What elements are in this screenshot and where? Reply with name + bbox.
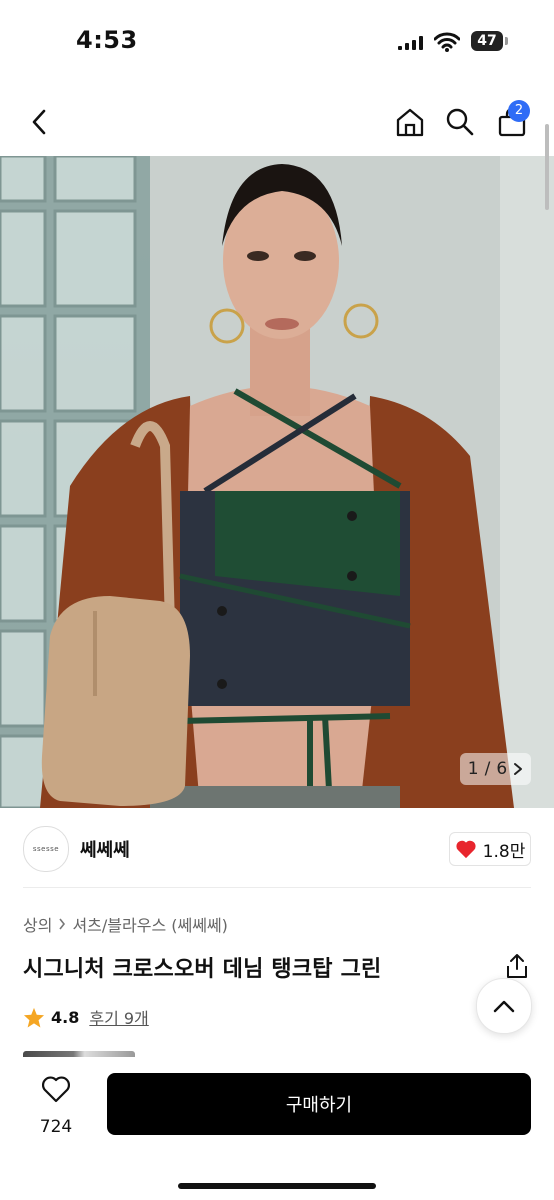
like-count: 1.8만	[482, 841, 526, 862]
back-button[interactable]	[18, 100, 62, 144]
image-page-indicator[interactable]: 1 / 6	[460, 753, 531, 785]
bottom-action-bar: 724 구매하기	[0, 1058, 554, 1200]
product-title: 시그니처 크로스오버 데님 탱크탑 그린	[23, 957, 382, 982]
wishlist-count: 724	[39, 1117, 73, 1137]
review-thumbnails[interactable]	[23, 1051, 135, 1057]
heart-filled-icon	[456, 840, 476, 859]
page-current: 1	[467, 759, 479, 779]
star-icon	[23, 1007, 45, 1028]
seller-row[interactable]: ssesse 쎄쎄쎄 1.8만	[0, 822, 554, 882]
review-link[interactable]: 후기 9개	[89, 1005, 148, 1029]
search-icon	[446, 108, 474, 136]
search-button[interactable]	[438, 100, 482, 144]
status-time: 4:53	[76, 26, 138, 54]
rating-value: 4.8	[51, 1007, 80, 1027]
battery-level: 47	[471, 31, 503, 51]
scroll-to-top-button[interactable]	[476, 978, 532, 1034]
cellular-signal-icon	[398, 36, 423, 50]
heart-outline-icon	[42, 1076, 70, 1103]
battery-tip	[505, 37, 508, 45]
chevron-right-icon	[59, 918, 66, 930]
chevron-up-icon	[493, 1000, 515, 1013]
divider	[23, 887, 531, 888]
product-photo	[0, 156, 554, 808]
breadcrumb-category[interactable]: 상의	[23, 912, 52, 936]
like-button[interactable]: 1.8만	[449, 832, 531, 866]
status-bar: 4:53 47	[0, 0, 554, 84]
home-icon	[396, 108, 424, 137]
page-total: 6	[496, 759, 508, 779]
cart-count-badge: 2	[508, 100, 530, 122]
seller-name[interactable]: 쎄쎄쎄	[80, 836, 130, 862]
breadcrumb-subcategory[interactable]: 셔츠/블라우스 (쎄쎄쎄)	[72, 912, 227, 936]
product-image[interactable]	[0, 156, 554, 808]
top-navigation	[0, 90, 554, 156]
chevron-left-icon	[32, 109, 46, 135]
buy-button[interactable]: 구매하기	[107, 1073, 531, 1135]
home-indicator	[178, 1183, 376, 1189]
scrollbar[interactable]	[545, 124, 549, 210]
chevron-right-icon	[514, 763, 523, 775]
home-button[interactable]	[388, 100, 432, 144]
wishlist-button[interactable]: 724	[30, 1075, 82, 1137]
breadcrumb: 상의 셔츠/블라우스 (쎄쎄쎄)	[23, 912, 228, 936]
share-icon[interactable]	[503, 952, 531, 980]
seller-logo[interactable]: ssesse	[23, 826, 69, 872]
rating-row: 4.8 후기 9개	[23, 1005, 149, 1029]
wifi-icon	[434, 32, 460, 52]
page-separator: /	[484, 759, 491, 779]
